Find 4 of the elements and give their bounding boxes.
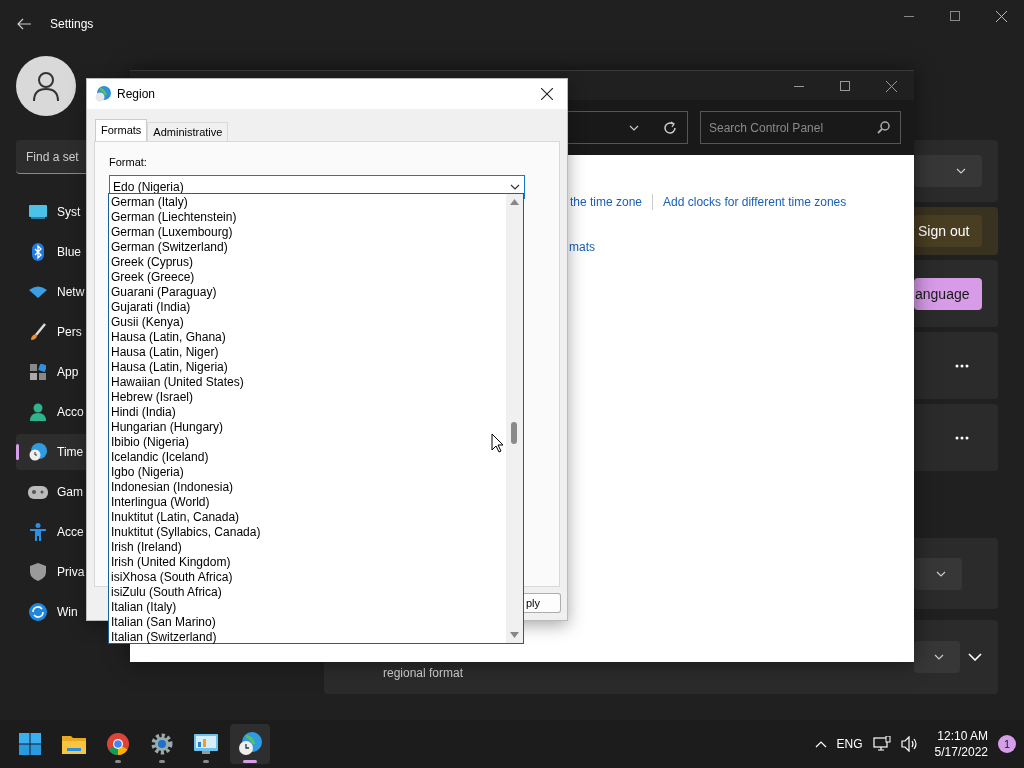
- dialog-title: Region: [117, 87, 156, 101]
- format-label: Format:: [109, 156, 148, 168]
- window-title: Settings: [50, 17, 94, 31]
- setting-description: regional format: [383, 666, 464, 680]
